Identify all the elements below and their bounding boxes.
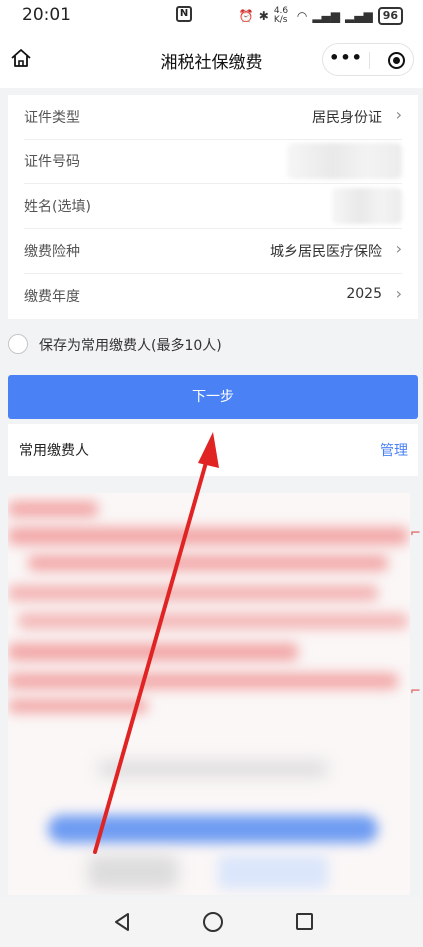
- redacted-block: [18, 613, 408, 629]
- row-label: 姓名(选填): [24, 199, 91, 215]
- redacted-id-number: [287, 143, 402, 179]
- form-row-year[interactable]: 缴费年度 2025 ›: [24, 274, 402, 319]
- signal-icon: ▂▄▆: [345, 9, 373, 23]
- manage-payers-link[interactable]: 管理: [380, 440, 408, 460]
- wifi-icon: ◠: [296, 9, 308, 23]
- square-recent-icon[interactable]: [296, 913, 313, 930]
- row-label: 缴费险种: [24, 244, 80, 260]
- redacted-block: [8, 673, 398, 689]
- common-payers-header: 常用缴费人 管理: [8, 424, 418, 476]
- more-dots-icon[interactable]: •••: [323, 48, 369, 67]
- edge-fragment: ⌐: [410, 526, 421, 541]
- capsule-divider: [369, 52, 370, 69]
- redacted-block: [8, 643, 298, 661]
- alarm-icon: ⏰: [238, 9, 254, 23]
- mini-program-capsule: •••: [322, 43, 414, 76]
- bluetooth-icon: ✱: [258, 9, 269, 23]
- redacted-content: [8, 493, 410, 895]
- form-row-id-type[interactable]: 证件类型 居民身份证 ›: [24, 95, 402, 140]
- back-triangle-icon[interactable]: [111, 911, 133, 933]
- chevron-right-icon: ›: [395, 105, 402, 124]
- redacted-block: [8, 699, 148, 713]
- status-bar: 20:01 N ⏰ ✱ 4.6 K/s ◠ ▂▄▆ ▂▄▆ 96: [0, 0, 423, 30]
- chevron-right-icon: ›: [395, 239, 402, 258]
- redacted-block: [8, 527, 408, 545]
- payment-form: 证件类型 居民身份证 › 证件号码 姓名(选填) 缴费险种 城乡居民医疗保险 ›…: [8, 95, 418, 319]
- battery-icon: 96: [377, 7, 403, 25]
- redacted-block: [218, 855, 328, 889]
- save-payer-checkbox[interactable]: [8, 334, 28, 354]
- target-icon[interactable]: [388, 52, 405, 69]
- redacted-name: [332, 188, 402, 224]
- nav-bar: 湘税社保缴费 •••: [0, 30, 423, 88]
- save-payer-label: 保存为常用缴费人(最多10人): [39, 338, 222, 354]
- row-value: 城乡居民医疗保险: [270, 244, 382, 260]
- row-label: 缴费年度: [24, 289, 80, 305]
- form-row-id-number[interactable]: 证件号码: [24, 139, 402, 184]
- common-payers-title: 常用缴费人: [19, 443, 89, 459]
- edge-fragment: ⌐: [410, 684, 421, 699]
- redacted-block: [28, 555, 388, 571]
- row-label: 证件号码: [24, 154, 80, 170]
- row-value: 居民身份证: [312, 110, 382, 126]
- status-time: 20:01: [22, 5, 71, 25]
- net-speed: 4.6 K/s: [273, 6, 289, 25]
- redacted-block: [98, 761, 328, 777]
- redacted-block: [8, 585, 378, 601]
- signal-icon: ▂▄▆: [312, 9, 340, 23]
- status-icons: ⏰ ✱ 4.6 K/s ◠ ▂▄▆ ▂▄▆ 96: [239, 7, 403, 25]
- nfc-icon: N: [176, 6, 192, 22]
- redacted-button: [48, 815, 378, 843]
- next-step-button[interactable]: 下一步: [8, 375, 418, 419]
- redacted-block: [88, 855, 178, 889]
- form-row-insurance-type[interactable]: 缴费险种 城乡居民医疗保险 ›: [24, 229, 402, 274]
- circle-home-icon[interactable]: [203, 912, 223, 932]
- form-row-name[interactable]: 姓名(选填): [24, 184, 402, 229]
- system-nav-bar: [0, 898, 423, 947]
- row-value: 2025: [346, 286, 382, 302]
- row-label: 证件类型: [24, 110, 80, 126]
- redacted-block: [8, 501, 98, 517]
- chevron-right-icon: ›: [395, 284, 402, 303]
- save-payer-option[interactable]: 保存为常用缴费人(最多10人): [8, 332, 308, 356]
